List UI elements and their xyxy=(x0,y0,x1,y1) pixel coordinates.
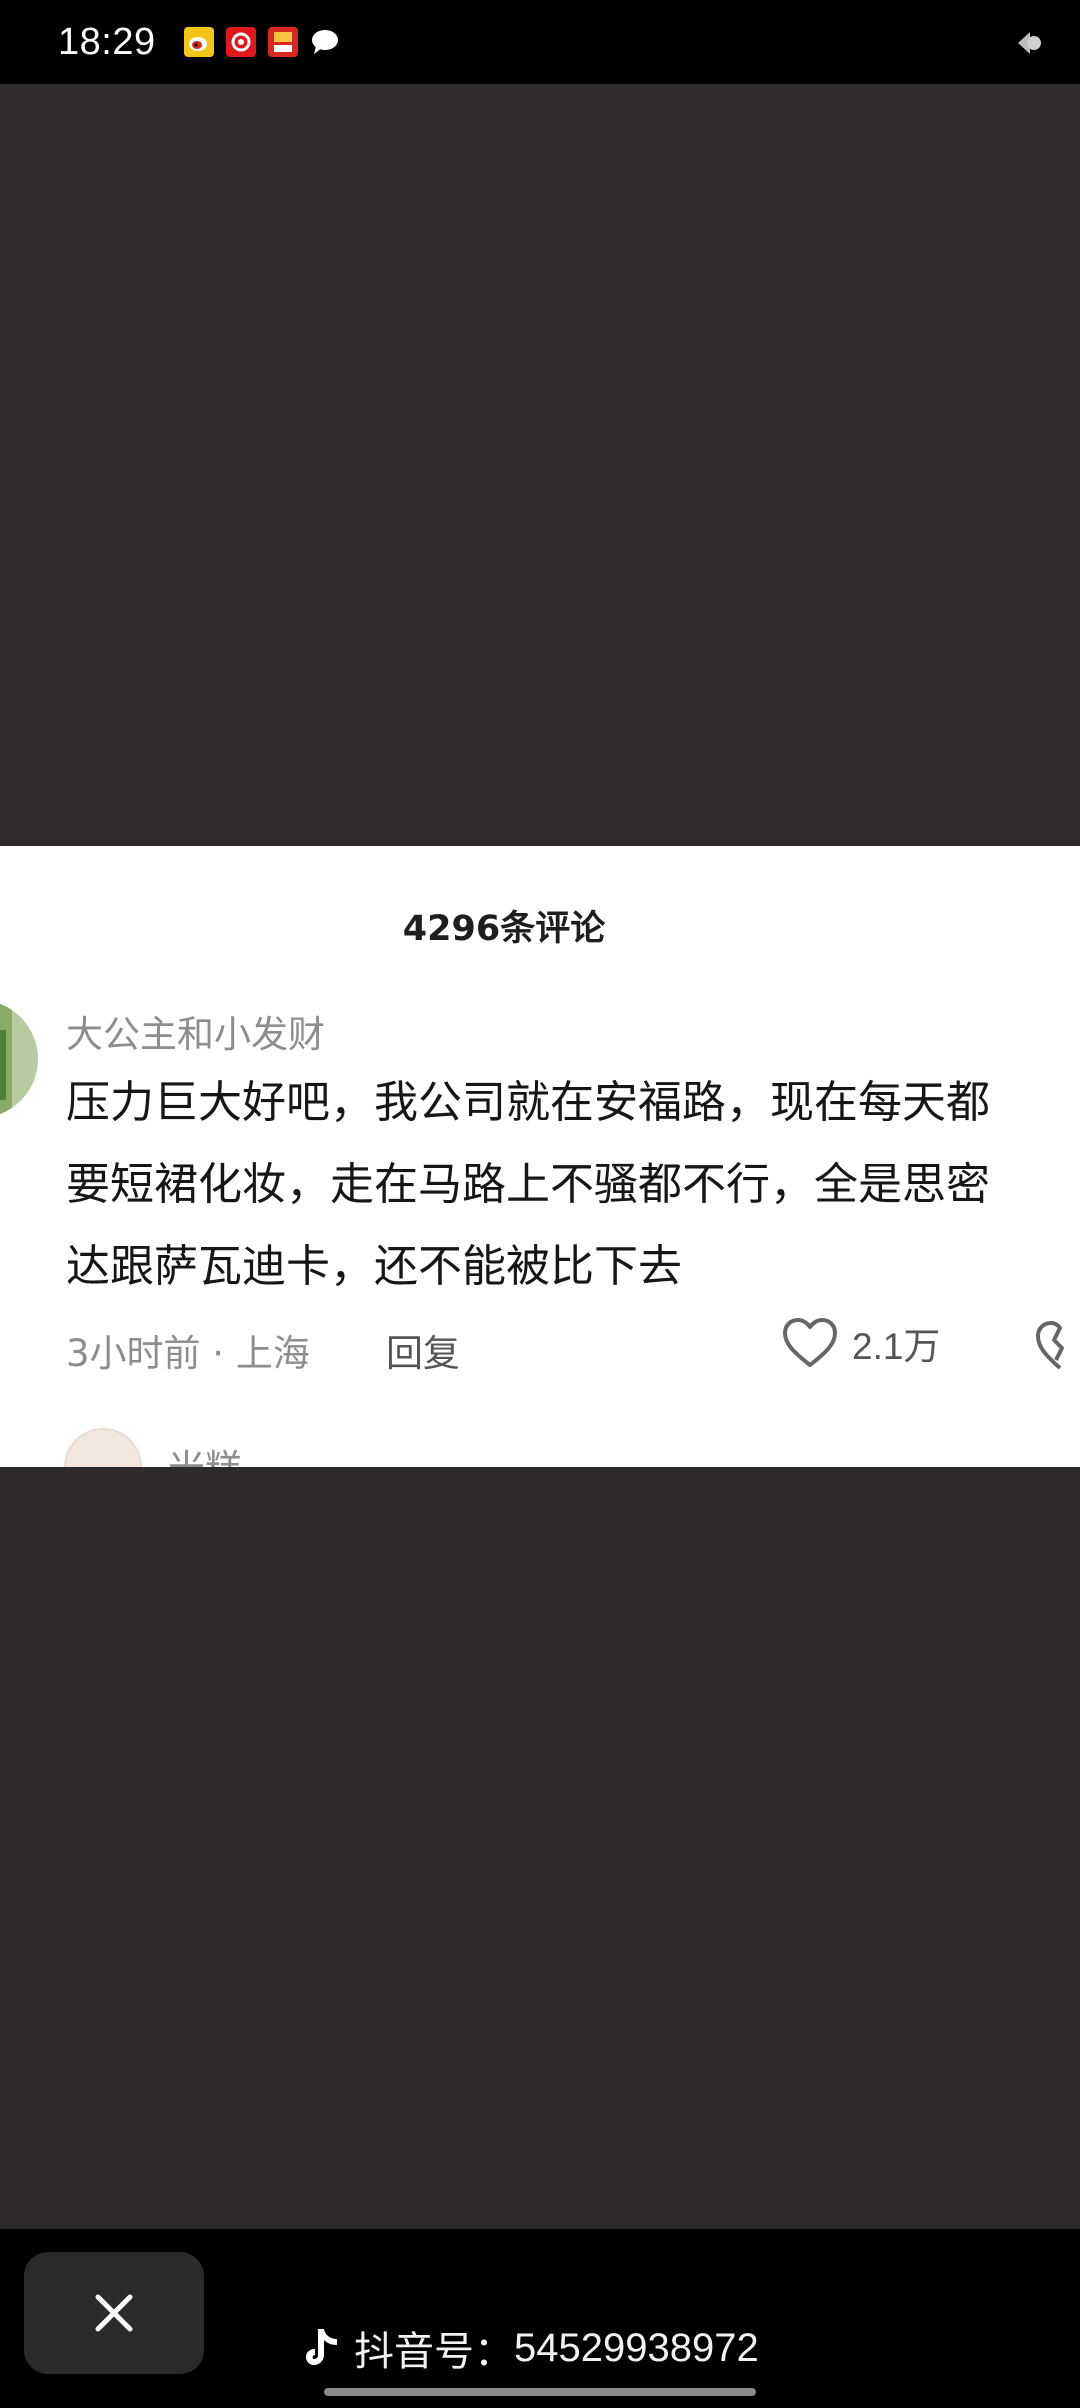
weibo-icon xyxy=(183,27,214,57)
like-button[interactable]: 2.1万 xyxy=(782,1316,940,1370)
video-background-bottom xyxy=(0,1467,1080,2229)
comment-username[interactable]: 大公主和小发财 xyxy=(66,1004,325,1058)
douyin-id-label: 抖音号： xyxy=(354,2329,514,2375)
comment-text: 压力巨大好吧，我公司就在安福路，现在每天都 要短裙化妆，走在马路上不骚都不行，全… xyxy=(66,1077,990,1292)
douyin-id-number: 54529938972 xyxy=(514,2325,759,2370)
battery-icon xyxy=(1018,32,1041,54)
douyin-id: 抖音号： 54529938972 xyxy=(304,2319,759,2377)
comment-time-location: 3小时前 · 上海 xyxy=(66,1332,310,1375)
bottom-bar: 抖音号： 54529938972 xyxy=(0,2229,1080,2408)
app-badge-icon xyxy=(267,27,298,57)
like-count: 2.1万 xyxy=(852,1326,941,1367)
video-background-top xyxy=(0,84,1080,846)
douyin-logo-icon xyxy=(306,2329,337,2365)
status-notification-icons xyxy=(172,27,340,57)
message-bubble-icon xyxy=(311,30,338,54)
avatar[interactable] xyxy=(0,1000,38,1118)
broken-heart-icon[interactable] xyxy=(1036,1320,1080,1372)
status-time: 18:29 xyxy=(58,20,156,63)
next-comment-username[interactable]: 米糕 xyxy=(168,1438,242,1467)
reply-button[interactable]: 回复 xyxy=(386,1323,460,1377)
home-indicator[interactable] xyxy=(324,2388,756,2396)
netease-news-icon xyxy=(225,27,256,57)
comment-panel: 4296条评论 大公主和小发财 压力巨大好吧，我公司就在安福路，现在每天都 要短… xyxy=(0,846,1080,1467)
heart-icon xyxy=(783,1318,837,1367)
status-bar: 18:29 xyxy=(0,0,1080,84)
comment-count-header: 4296条评论 xyxy=(402,909,606,949)
close-button[interactable] xyxy=(24,2252,204,2374)
close-icon xyxy=(95,2294,133,2332)
next-comment-avatar[interactable] xyxy=(64,1428,142,1467)
